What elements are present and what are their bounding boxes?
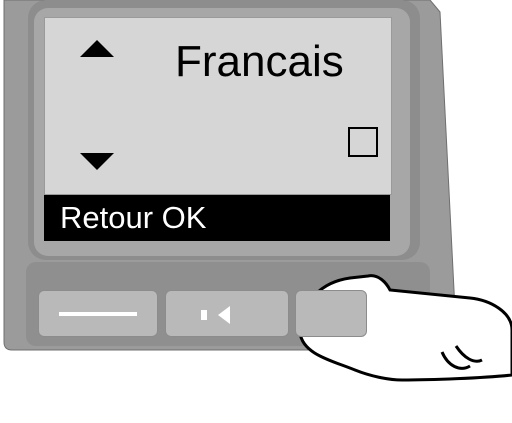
language-name: Francais bbox=[175, 37, 344, 86]
softkey-labels: Retour OK bbox=[60, 200, 207, 235]
line-icon bbox=[59, 312, 137, 316]
left-softkey[interactable] bbox=[38, 290, 158, 337]
up-arrow-icon[interactable] bbox=[80, 40, 114, 57]
down-arrow-icon[interactable] bbox=[80, 153, 114, 170]
language-checkbox[interactable] bbox=[348, 127, 378, 157]
phone-device: Francais Retour OK bbox=[0, 0, 512, 423]
softkey-bar: Retour OK bbox=[44, 195, 390, 241]
speaker-button[interactable] bbox=[165, 290, 289, 337]
right-softkey[interactable] bbox=[295, 290, 367, 337]
speaker-icon bbox=[201, 306, 230, 324]
